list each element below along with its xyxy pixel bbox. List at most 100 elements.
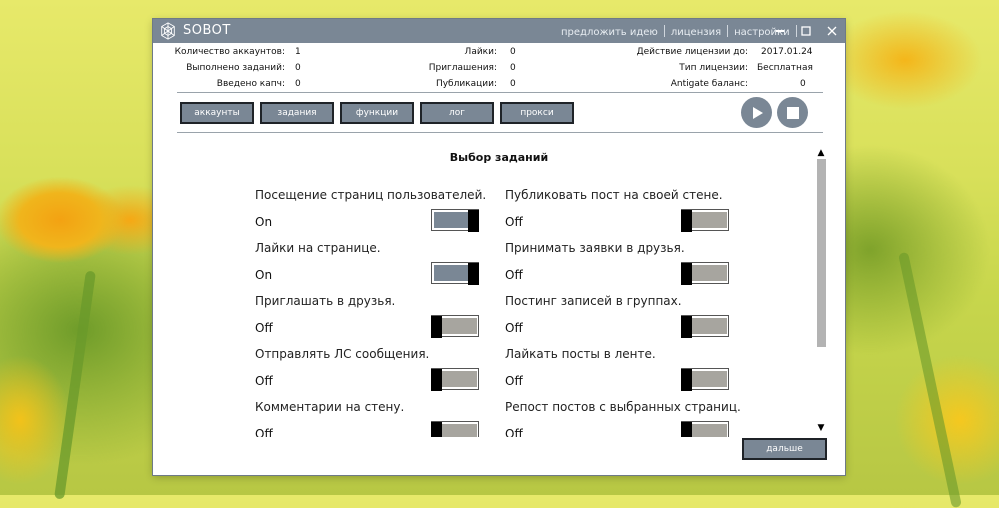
task-label: Лайкать посты в ленте. xyxy=(505,347,656,361)
toggle-knob xyxy=(681,369,692,391)
task-label: Публиковать пост на своей стене. xyxy=(505,188,723,202)
toggle-track xyxy=(441,371,477,387)
task-item: Постинг записей в группах. Off xyxy=(501,285,741,338)
stat-publications-label: Публикации: xyxy=(435,79,497,89)
task-item: Лайки на странице. On xyxy=(251,232,491,285)
menu-separator xyxy=(663,25,665,37)
task-item: Лайкать посты в ленте. Off xyxy=(501,338,741,391)
task-label: Приглашать в друзья. xyxy=(255,294,396,308)
task-toggle[interactable] xyxy=(431,262,479,285)
stat-publications-value: 0 xyxy=(510,79,516,89)
stop-button[interactable] xyxy=(777,97,808,128)
next-button[interactable]: дальше xyxy=(742,438,827,460)
task-toggle[interactable] xyxy=(431,368,479,391)
close-icon xyxy=(827,26,837,36)
task-item: Приглашать в друзья. Off xyxy=(251,285,491,338)
tab-log[interactable]: лог xyxy=(420,102,494,124)
task-state: Off xyxy=(255,321,273,335)
toggle-knob xyxy=(681,422,692,437)
toggle-knob xyxy=(431,422,442,437)
task-column-left: Посещение страниц пользователей. On Лайки … xyxy=(251,179,491,437)
task-label: Принимать заявки в друзья. xyxy=(505,241,685,255)
stat-accounts-value: 1 xyxy=(295,47,301,57)
app-window: SOBOT предложить идею лицензия настройки К… xyxy=(153,19,845,475)
tab-proxy[interactable]: прокси xyxy=(500,102,574,124)
maximize-icon xyxy=(801,26,811,36)
window-controls xyxy=(767,19,845,43)
task-toggle[interactable] xyxy=(681,315,729,338)
stat-invites-label: Приглашения: xyxy=(428,63,497,73)
stat-captcha-label: Введено капч: xyxy=(216,79,285,89)
toggle-knob xyxy=(468,263,479,285)
task-state: On xyxy=(255,215,273,229)
task-item: Отправлять ЛС сообщения. Off xyxy=(251,338,491,391)
section-title: Выбор заданий xyxy=(449,151,549,164)
task-toggle[interactable] xyxy=(681,262,729,285)
toggle-track xyxy=(691,424,727,437)
stat-invites-value: 0 xyxy=(510,63,516,73)
spider-web-icon xyxy=(161,22,175,40)
task-toggle[interactable] xyxy=(681,368,729,391)
task-label: Лайки на странице. xyxy=(255,241,381,255)
tabs-bar: аккаунты задания функции лог прокси xyxy=(180,102,574,124)
tab-accounts[interactable]: аккаунты xyxy=(180,102,254,124)
close-button[interactable] xyxy=(819,19,845,43)
task-item: Публиковать пост на своей стене. Off xyxy=(501,179,741,232)
toggle-track xyxy=(441,424,477,437)
task-toggle[interactable] xyxy=(431,421,479,437)
task-state: Off xyxy=(505,427,523,437)
toggle-track xyxy=(434,265,470,281)
menu-separator xyxy=(727,25,729,37)
scroll-up-arrow[interactable]: ▲ xyxy=(815,148,827,158)
stat-tasks-done-value: 0 xyxy=(295,63,301,73)
toggle-knob xyxy=(431,316,442,338)
divider xyxy=(177,132,823,133)
stat-license-until-value: 2017.01.24 xyxy=(761,47,813,57)
stop-icon xyxy=(786,106,799,119)
toggle-knob xyxy=(468,210,479,232)
task-toggle[interactable] xyxy=(431,315,479,338)
play-button[interactable] xyxy=(741,97,772,128)
task-item: Принимать заявки в друзья. Off xyxy=(501,232,741,285)
task-item: Комментарии на стену. Off xyxy=(251,391,491,437)
scroll-down-arrow[interactable]: ▼ xyxy=(815,423,827,433)
toggle-track xyxy=(434,212,470,228)
stat-license-until-label: Действие лицензии до: xyxy=(636,47,748,57)
task-label: Репост постов с выбранных страниц. xyxy=(505,400,741,414)
menu-license[interactable]: лицензия xyxy=(671,27,721,38)
scrollbar-thumb[interactable] xyxy=(817,159,826,347)
tab-functions[interactable]: функции xyxy=(340,102,414,124)
toggle-track xyxy=(691,265,727,281)
titlebar: SOBOT предложить идею лицензия настройки xyxy=(153,19,845,43)
task-list: Посещение страниц пользователей. On Лайки … xyxy=(251,179,807,437)
task-label: Комментарии на стену. xyxy=(255,400,405,414)
menu-suggest-idea[interactable]: предложить идею xyxy=(561,27,658,38)
task-item: Репост постов с выбранных страниц. Off xyxy=(501,391,741,437)
toggle-knob xyxy=(681,263,692,285)
app-title: SOBOT xyxy=(183,23,231,38)
task-state: Off xyxy=(255,374,273,388)
stat-accounts-label: Количество аккаунтов: xyxy=(174,47,285,57)
stat-likes-value: 0 xyxy=(510,47,516,57)
task-item: Посещение страниц пользователей. On xyxy=(251,179,491,232)
minimize-button[interactable] xyxy=(767,19,793,43)
task-label: Посещение страниц пользователей. xyxy=(255,188,487,202)
toggle-track xyxy=(691,212,727,228)
maximize-button[interactable] xyxy=(793,19,819,43)
task-label: Постинг записей в группах. xyxy=(505,294,682,308)
task-toggle[interactable] xyxy=(681,209,729,232)
tab-tasks[interactable]: задания xyxy=(260,102,334,124)
task-toggle[interactable] xyxy=(681,421,729,437)
task-state: Off xyxy=(505,215,523,229)
toggle-track xyxy=(441,318,477,334)
stat-license-type-value: Бесплатная xyxy=(757,63,813,73)
task-toggle[interactable] xyxy=(431,209,479,232)
divider xyxy=(177,92,823,93)
task-state: Off xyxy=(505,321,523,335)
toggle-knob xyxy=(431,369,442,391)
stat-captcha-value: 0 xyxy=(295,79,301,89)
stat-antigate-value: 0 xyxy=(800,79,806,89)
toggle-track xyxy=(691,318,727,334)
task-state: Off xyxy=(505,374,523,388)
stat-tasks-done-label: Выполнено заданий: xyxy=(186,63,285,73)
